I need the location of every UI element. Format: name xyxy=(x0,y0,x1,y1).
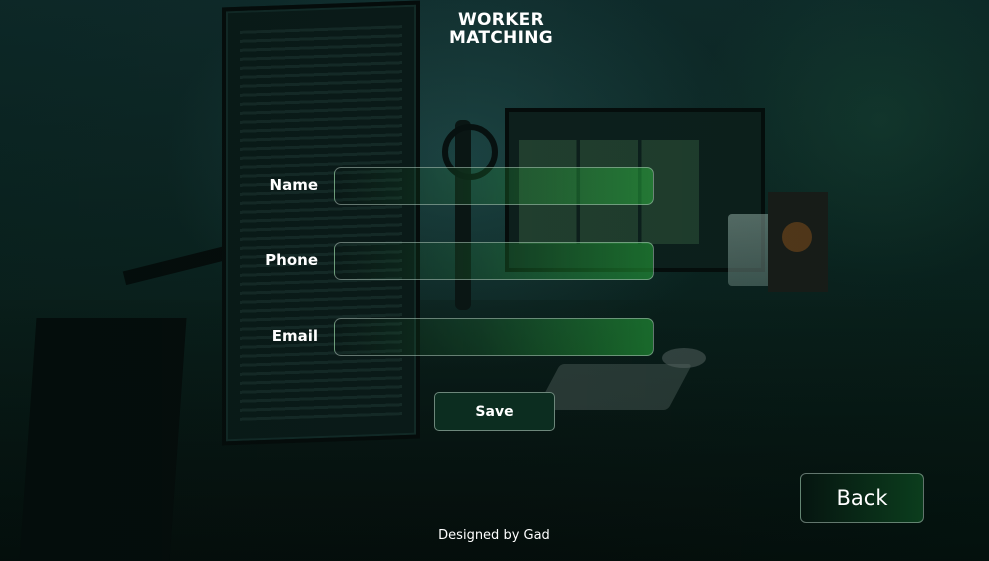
page-title-line-2: MATCHING xyxy=(449,28,553,48)
page-title-line-1: WORKER xyxy=(458,10,544,30)
phone-label: Phone xyxy=(265,251,318,269)
phone-field[interactable] xyxy=(334,242,654,280)
back-button[interactable]: Back xyxy=(800,473,924,523)
save-button[interactable]: Save xyxy=(434,392,555,431)
name-field[interactable] xyxy=(334,167,654,205)
email-field[interactable] xyxy=(334,318,654,356)
page-title: WORKER MATCHING xyxy=(400,11,602,47)
email-label: Email xyxy=(271,327,318,345)
footer-credit: Designed by Gad xyxy=(438,528,550,543)
name-label: Name xyxy=(269,176,318,194)
